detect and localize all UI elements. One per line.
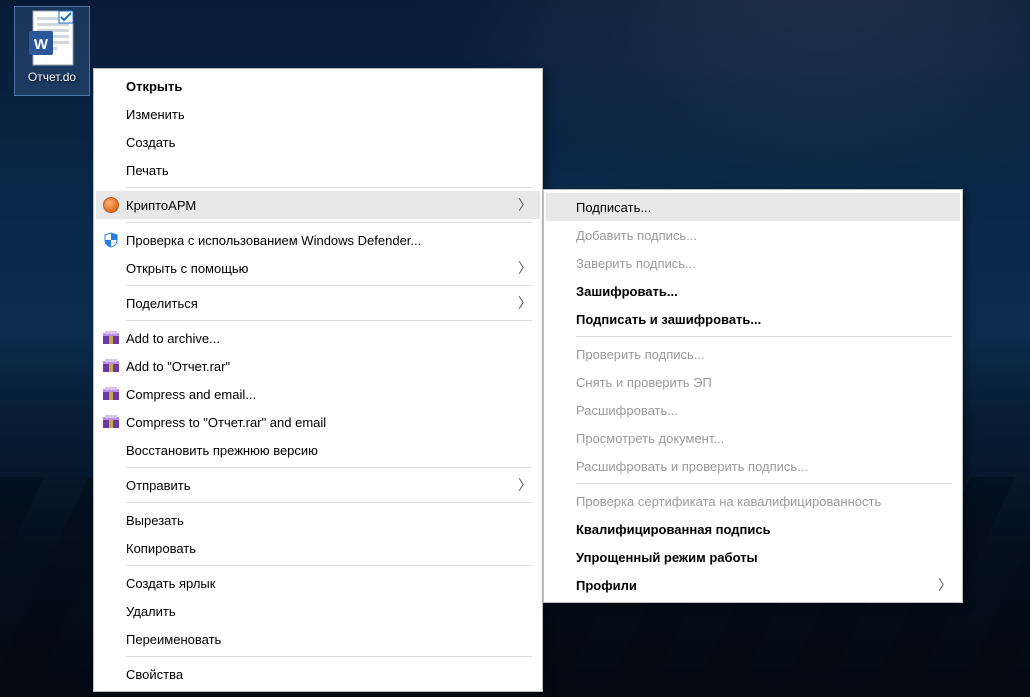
menu-item-label: Отправить <box>126 478 516 493</box>
menu-item-label: Расшифровать... <box>576 403 952 418</box>
menu-item-label: Вырезать <box>126 513 532 528</box>
submenu-item-qualified-signature[interactable]: Квалифицированная подпись <box>546 515 960 543</box>
menu-item-compress-email[interactable]: Compress and email... <box>96 380 540 408</box>
svg-text:W: W <box>34 36 49 53</box>
cryptoarm-submenu: Подписать... Добавить подпись... Заверит… <box>543 189 963 603</box>
submenu-item-profiles[interactable]: Профили 〉 <box>546 571 960 599</box>
menu-item-label: Поделиться <box>126 296 516 311</box>
winrar-icon <box>102 330 120 346</box>
menu-item-copy[interactable]: Копировать <box>96 534 540 562</box>
menu-item-label: Compress to "Отчет.rar" and email <box>126 415 532 430</box>
menu-item-delete[interactable]: Удалить <box>96 597 540 625</box>
defender-shield-icon <box>103 232 119 248</box>
submenu-item-remove-and-verify[interactable]: Снять и проверить ЭП <box>546 368 960 396</box>
menu-item-label: КриптоАРМ <box>126 198 516 213</box>
menu-item-label: Проверка с использованием Windows Defend… <box>126 233 532 248</box>
menu-item-add-to-archive[interactable]: Add to archive... <box>96 324 540 352</box>
submenu-arrow-icon: 〉 <box>516 261 532 275</box>
submenu-item-view-document[interactable]: Просмотреть документ... <box>546 424 960 452</box>
submenu-arrow-icon: 〉 <box>516 296 532 310</box>
menu-item-cryptoarm[interactable]: КриптоАРМ 〉 <box>96 191 540 219</box>
menu-item-compress-to-rar-email[interactable]: Compress to "Отчет.rar" and email <box>96 408 540 436</box>
submenu-arrow-icon: 〉 <box>516 198 532 212</box>
menu-item-label: Удалить <box>126 604 532 619</box>
menu-item-label: Свойства <box>126 667 532 682</box>
menu-item-label: Упрощенный режим работы <box>576 550 952 565</box>
menu-separator <box>126 285 532 286</box>
menu-separator <box>576 483 952 484</box>
menu-item-label: Расшифровать и проверить подпись... <box>576 459 952 474</box>
menu-item-label: Проверить подпись... <box>576 347 952 362</box>
submenu-item-add-signature[interactable]: Добавить подпись... <box>546 221 960 249</box>
menu-item-label: Восстановить прежнюю версию <box>126 443 532 458</box>
context-menu: Открыть Изменить Создать Печать КриптоАР… <box>93 68 543 692</box>
menu-item-label: Снять и проверить ЭП <box>576 375 952 390</box>
submenu-item-certify-signature[interactable]: Заверить подпись... <box>546 249 960 277</box>
desktop-file-label: Отчет.do <box>17 70 87 84</box>
submenu-item-sign-and-encrypt[interactable]: Подписать и зашифровать... <box>546 305 960 333</box>
submenu-arrow-icon: 〉 <box>516 478 532 492</box>
submenu-item-decrypt[interactable]: Расшифровать... <box>546 396 960 424</box>
menu-item-label: Подписать и зашифровать... <box>576 312 952 327</box>
word-document-icon: W <box>27 9 77 67</box>
menu-item-label: Печать <box>126 163 532 178</box>
menu-separator <box>126 187 532 188</box>
menu-item-label: Создать <box>126 135 532 150</box>
menu-item-label: Создать ярлык <box>126 576 532 591</box>
winrar-icon <box>102 414 120 430</box>
menu-item-create-shortcut[interactable]: Создать ярлык <box>96 569 540 597</box>
menu-item-properties[interactable]: Свойства <box>96 660 540 688</box>
menu-item-add-to-rar[interactable]: Add to "Отчет.rar" <box>96 352 540 380</box>
menu-item-label: Проверка сертификата на кавалифицированн… <box>576 494 952 509</box>
menu-item-label: Открыть с помощью <box>126 261 516 276</box>
submenu-item-encrypt[interactable]: Зашифровать... <box>546 277 960 305</box>
menu-item-label: Подписать... <box>576 200 952 215</box>
cryptoarm-icon <box>103 197 119 213</box>
submenu-arrow-icon: 〉 <box>936 578 952 592</box>
menu-item-print[interactable]: Печать <box>96 156 540 184</box>
menu-item-create[interactable]: Создать <box>96 128 540 156</box>
menu-separator <box>126 467 532 468</box>
menu-item-label: Add to "Отчет.rar" <box>126 359 532 374</box>
menu-item-label: Копировать <box>126 541 532 556</box>
winrar-icon <box>102 386 120 402</box>
menu-item-label: Просмотреть документ... <box>576 431 952 446</box>
menu-item-label: Квалифицированная подпись <box>576 522 952 537</box>
menu-item-restore-previous[interactable]: Восстановить прежнюю версию <box>96 436 540 464</box>
menu-separator <box>126 565 532 566</box>
menu-item-label: Открыть <box>126 79 532 94</box>
menu-separator <box>576 336 952 337</box>
menu-item-label: Заверить подпись... <box>576 256 952 271</box>
menu-item-label: Compress and email... <box>126 387 532 402</box>
submenu-item-cert-check[interactable]: Проверка сертификата на кавалифицированн… <box>546 487 960 515</box>
menu-item-share[interactable]: Поделиться 〉 <box>96 289 540 317</box>
desktop[interactable]: W Отчет.do Открыть Изменить Создать Печа… <box>0 0 1030 697</box>
menu-item-rename[interactable]: Переименовать <box>96 625 540 653</box>
menu-item-cut[interactable]: Вырезать <box>96 506 540 534</box>
menu-separator <box>126 502 532 503</box>
menu-item-label: Изменить <box>126 107 532 122</box>
menu-item-open[interactable]: Открыть <box>96 72 540 100</box>
menu-item-label: Переименовать <box>126 632 532 647</box>
menu-item-label: Зашифровать... <box>576 284 952 299</box>
menu-separator <box>126 320 532 321</box>
menu-separator <box>126 656 532 657</box>
menu-item-send-to[interactable]: Отправить 〉 <box>96 471 540 499</box>
menu-item-label: Добавить подпись... <box>576 228 952 243</box>
menu-item-label: Профили <box>576 578 936 593</box>
submenu-item-sign[interactable]: Подписать... <box>546 193 960 221</box>
menu-item-label: Add to archive... <box>126 331 532 346</box>
submenu-item-simple-mode[interactable]: Упрощенный режим работы <box>546 543 960 571</box>
submenu-item-verify-signature[interactable]: Проверить подпись... <box>546 340 960 368</box>
menu-item-open-with[interactable]: Открыть с помощью 〉 <box>96 254 540 282</box>
winrar-icon <box>102 358 120 374</box>
menu-separator <box>126 222 532 223</box>
desktop-file-selected[interactable]: W Отчет.do <box>14 6 90 96</box>
submenu-item-decrypt-and-verify[interactable]: Расшифровать и проверить подпись... <box>546 452 960 480</box>
menu-item-edit[interactable]: Изменить <box>96 100 540 128</box>
menu-item-defender[interactable]: Проверка с использованием Windows Defend… <box>96 226 540 254</box>
